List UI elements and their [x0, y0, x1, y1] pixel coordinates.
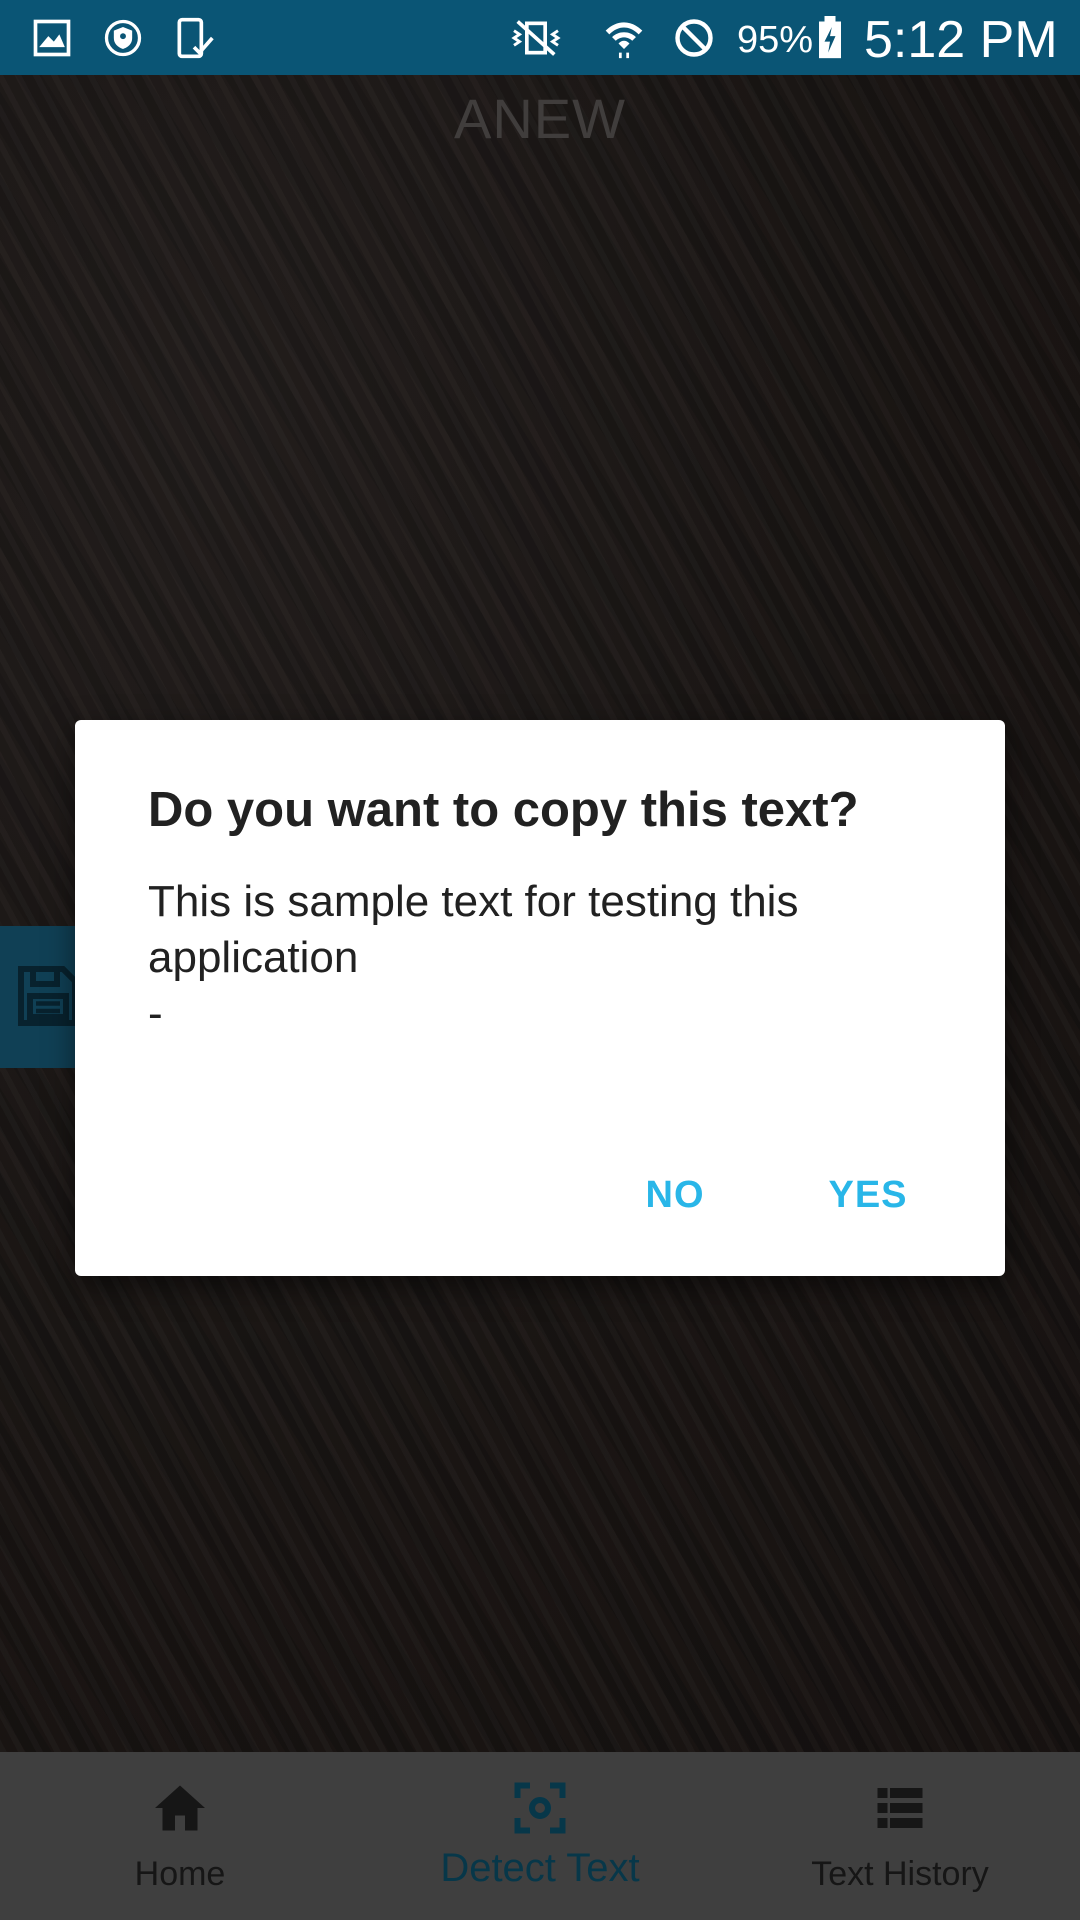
yes-button[interactable]: YES — [803, 1160, 933, 1230]
no-button[interactable]: NO — [615, 1160, 735, 1230]
do-not-disturb-icon — [672, 16, 716, 60]
status-clock: 5:12 PM — [864, 11, 1058, 69]
vpn-shield-icon — [101, 16, 145, 60]
dialog-title: Do you want to copy this text? — [148, 783, 859, 837]
copy-text-dialog: Do you want to copy this text? This is s… — [75, 720, 1005, 1276]
dialog-message: This is sample text for testing this app… — [148, 877, 799, 1038]
status-bar: 95% 5:12 PM — [0, 0, 1080, 75]
wifi-icon — [600, 16, 648, 60]
gallery-icon — [30, 16, 74, 60]
battery-charging-icon — [815, 16, 845, 60]
battery-percentage: 95% — [737, 19, 814, 61]
phone-check-icon — [172, 16, 216, 60]
vibrate-icon — [510, 16, 562, 60]
